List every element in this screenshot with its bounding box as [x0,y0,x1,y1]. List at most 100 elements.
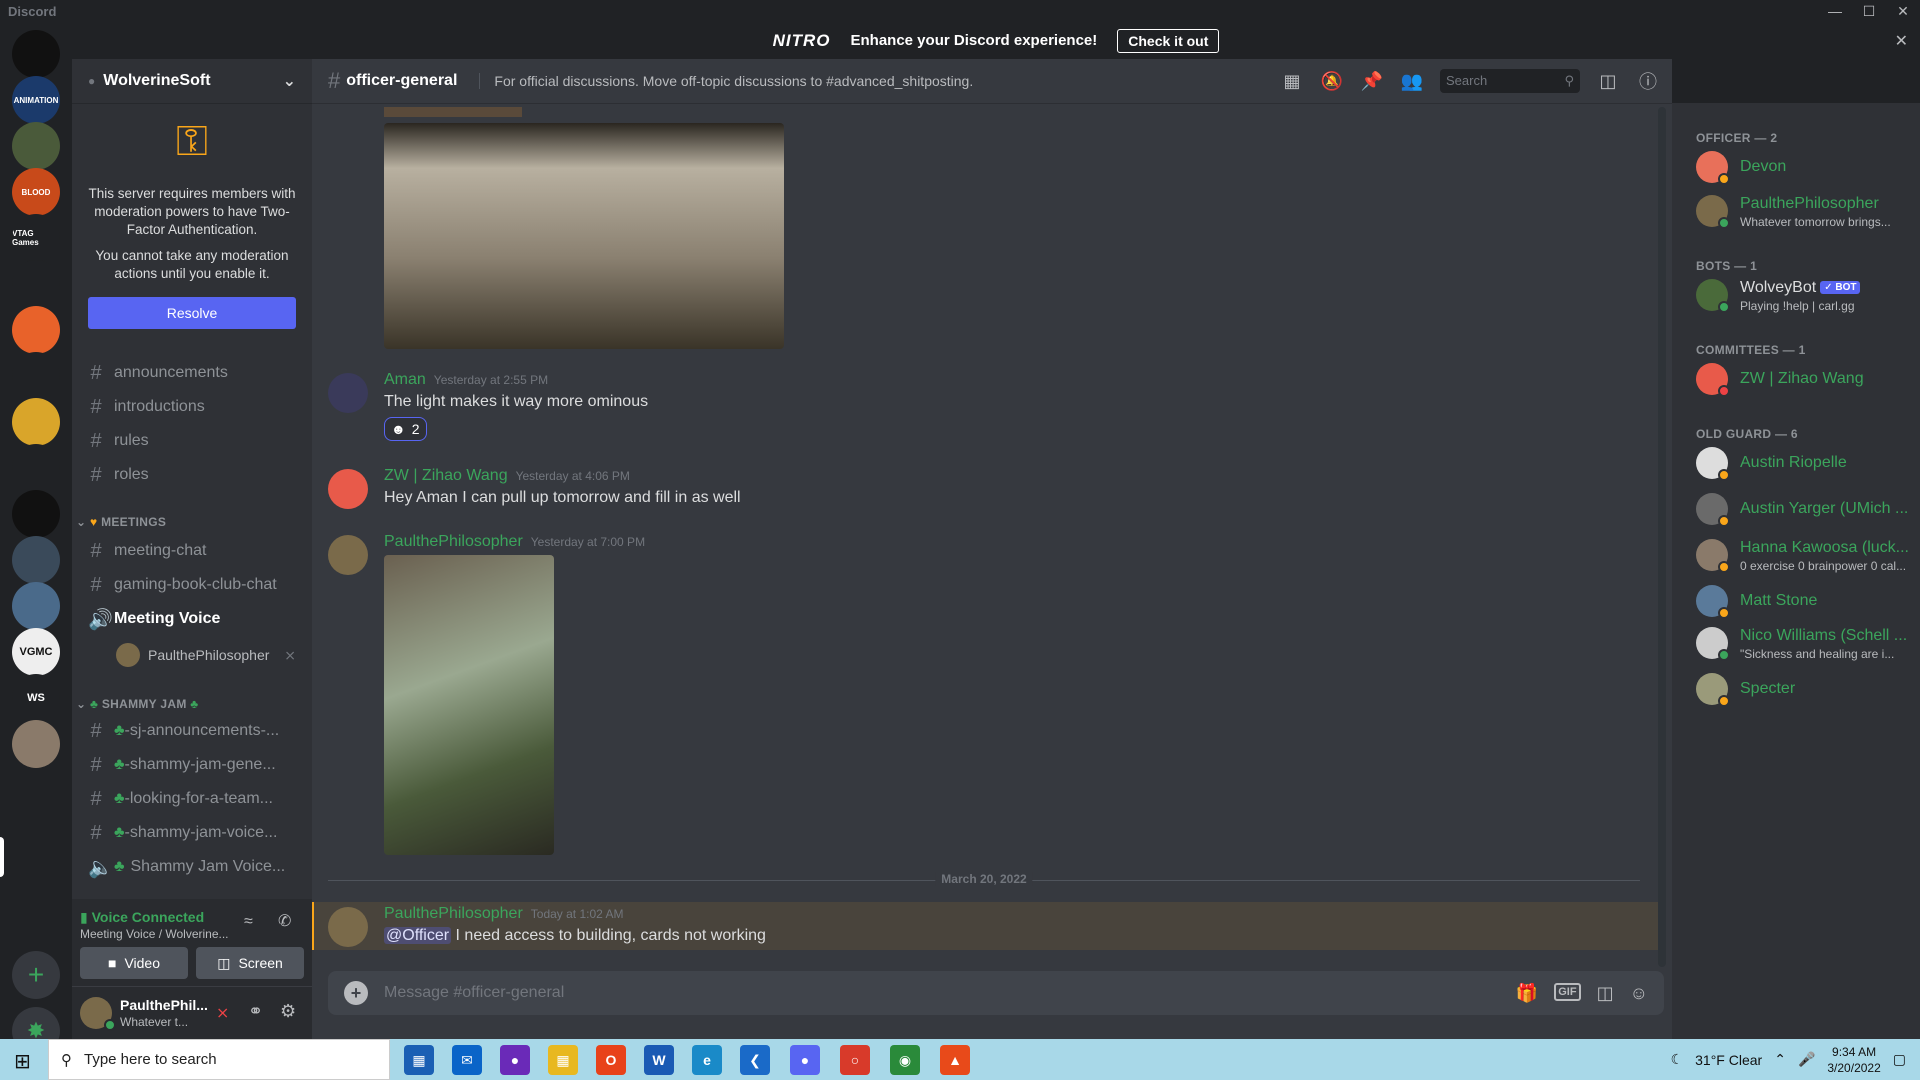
avatar[interactable] [328,907,368,947]
video-button[interactable]: ■ Video [80,947,188,979]
server-icon[interactable] [12,352,60,400]
server-icon[interactable] [12,582,60,630]
discord-app-icon[interactable]: ● [790,1045,820,1075]
server-icon[interactable]: BLOOD [12,168,60,216]
channel-roles[interactable]: # roles [80,459,304,491]
message-author[interactable]: PaulthePhilosopher Yesterday at 7:00 PM [384,533,645,551]
mail-app-icon[interactable]: ✉ [452,1045,482,1075]
weather-text[interactable]: 31°F Clear [1695,1052,1762,1068]
server-icon[interactable] [12,306,60,354]
word-app-icon[interactable]: W [644,1045,674,1075]
category-shammy-jam[interactable]: ⌄ ♣ SHAMMY JAM ♣ [76,697,198,711]
server-header[interactable]: ● WolverineSoft ⌄ [72,59,312,103]
notifications-icon[interactable]: ▢ [1893,1051,1906,1068]
server-icon[interactable] [12,30,60,78]
server-icon[interactable] [12,536,60,584]
file-explorer-icon[interactable]: ▦ [548,1045,578,1075]
close-banner-icon[interactable]: ✕ [1895,31,1908,51]
voice-channel-shammy-jam[interactable]: 🔈 ♣ Shammy Jam Voice... [80,851,304,883]
server-icon[interactable] [12,260,60,308]
gif-button[interactable]: GIF [1554,982,1581,1001]
channel-shammy-jam-voice[interactable]: # ♣ -shammy-jam-voice... [80,817,304,849]
channel-shammy-jam-general[interactable]: # ♣ -shammy-jam-gene... [80,749,304,781]
server-icon[interactable] [12,444,60,492]
reaction-button[interactable]: ☻ 2 [384,417,427,441]
member-austin-riopelle[interactable]: Austin Riopelle [1696,443,1916,483]
message-input[interactable]: Message #officer-general [384,984,564,1002]
chrome-app-icon[interactable]: ◉ [890,1045,920,1075]
resolve-button[interactable]: Resolve [88,297,296,329]
message-author[interactable]: PaulthePhilosopher Today at 1:02 AM [384,905,624,923]
channel-rules[interactable]: # rules [80,425,304,457]
attach-plus-icon[interactable]: + [344,981,368,1005]
member-specter[interactable]: Specter [1696,669,1916,709]
screen-share-button[interactable]: ◫ Screen [196,947,304,979]
image-attachment-whiteboard[interactable] [384,123,784,349]
store-app-icon[interactable]: ▦ [404,1045,434,1075]
image-attachment-partial[interactable] [384,107,522,117]
inbox-icon[interactable]: ◫ [1596,71,1620,92]
voice-connected-status[interactable]: ▮ Voice Connected [80,909,204,926]
app-icon[interactable]: ○ [840,1045,870,1075]
message-author[interactable]: Aman Yesterday at 2:55 PM [384,371,548,389]
member-paulthephilosopher[interactable]: PaulthePhilosopher Whatever tomorrow bri… [1696,191,1916,231]
chevron-down-icon[interactable]: ⌄ [283,71,296,91]
nitro-check-it-out-button[interactable]: Check it out [1117,28,1220,53]
member-nico-williams[interactable]: Nico Williams (Schell ... "Sickness and … [1696,623,1916,663]
server-icon[interactable]: VGMC [12,628,60,676]
avatar[interactable] [328,469,368,509]
member-devon[interactable]: Devon [1696,147,1916,187]
channel-gaming-book-club-chat[interactable]: # gaming-book-club-chat [80,569,304,601]
channel-announcements[interactable]: # announcements [80,357,304,389]
avatar[interactable] [328,535,368,575]
edge-app-icon[interactable]: e [692,1045,722,1075]
member-hanna-kawoosa[interactable]: Hanna Kawoosa (luck... 0 exercise 0 brai… [1696,535,1916,575]
vscode-app-icon[interactable]: ❮ [740,1045,770,1075]
github-app-icon[interactable]: ● [500,1045,530,1075]
role-mention[interactable]: @Officer [384,927,452,944]
disconnect-icon[interactable]: ✆ [278,911,291,931]
member-wolveybot[interactable]: WolveyBot ✓ BOT Playing !help | carl.gg [1696,275,1916,315]
close-window-icon[interactable]: ✕ [1886,0,1920,22]
add-server-icon[interactable]: + [12,951,60,999]
clock[interactable]: 9:34 AM 3/20/2022 [1827,1044,1880,1076]
message-author[interactable]: ZW | Zihao Wang Yesterday at 4:06 PM [384,467,630,485]
minimize-icon[interactable]: — [1818,0,1852,22]
chevron-up-icon[interactable]: ⌃ [1774,1051,1786,1068]
help-icon[interactable]: ⓘ [1636,68,1660,94]
noise-suppression-icon[interactable]: ≈ [244,913,253,931]
image-attachment-switch-controller[interactable] [384,555,554,855]
voice-user[interactable]: PaulthePhilosopher ⨯ [116,643,296,667]
voice-location[interactable]: Meeting Voice / Wolverine... [80,927,229,941]
channel-sj-announcements[interactable]: # ♣ -sj-announcements-... [80,715,304,747]
member-matt-stone[interactable]: Matt Stone [1696,581,1916,621]
avatar[interactable] [328,373,368,413]
voice-channel-meeting-voice[interactable]: 🔊 Meeting Voice [80,603,304,635]
windows-start-icon[interactable]: ⊞ [14,1049,31,1074]
server-icon[interactable]: WS [12,674,60,722]
server-icon[interactable] [12,720,60,768]
emoji-icon[interactable]: ☺ [1630,983,1648,1004]
search-input[interactable]: Search ⚲ [1440,69,1580,93]
server-icon[interactable]: VTAG Games [12,214,60,262]
office-app-icon[interactable]: O [596,1045,626,1075]
sticker-icon[interactable]: ◫ [1597,983,1614,1004]
threads-icon[interactable]: ▦ [1280,71,1304,92]
pin-icon[interactable]: 📌 [1360,71,1384,92]
scrollbar[interactable] [1658,107,1666,967]
brave-app-icon[interactable]: ▲ [940,1045,970,1075]
server-icon[interactable] [12,398,60,446]
server-icon[interactable] [12,122,60,170]
channel-looking-for-a-team[interactable]: # ♣ -looking-for-a-team... [80,783,304,815]
channel-introductions[interactable]: # introductions [80,391,304,423]
notification-bell-icon[interactable]: 🔕 [1320,71,1344,92]
server-icon[interactable] [12,490,60,538]
mute-mic-icon[interactable]: ⨯ [216,1003,229,1023]
maximize-icon[interactable]: ☐ [1852,0,1886,22]
member-austin-yarger[interactable]: Austin Yarger (UMich ... [1696,489,1916,529]
channel-meeting-chat[interactable]: # meeting-chat [80,535,304,567]
member-zihao-wang[interactable]: ZW | Zihao Wang [1696,359,1916,399]
channel-topic[interactable]: For official discussions. Move off-topic… [479,73,973,89]
gear-icon[interactable]: ⚙ [280,1001,296,1022]
server-icon[interactable]: ANIMATION [12,76,60,124]
